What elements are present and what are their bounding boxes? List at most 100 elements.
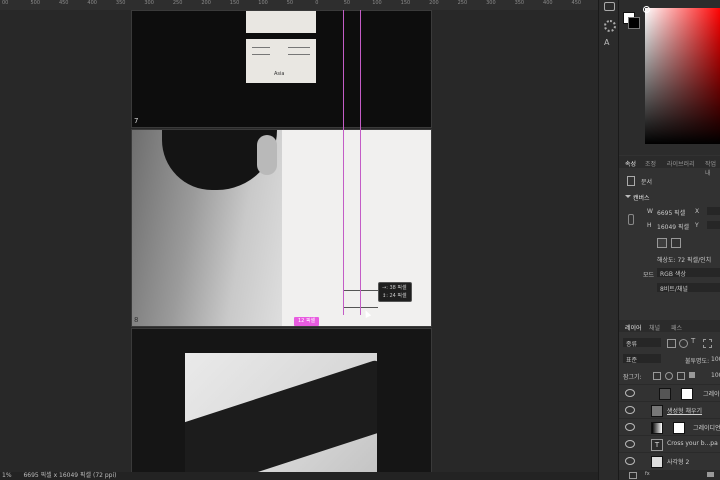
tab-properties[interactable]: 속성: [625, 159, 636, 168]
vertical-guide[interactable]: [343, 10, 344, 315]
portrait-photo: [132, 130, 282, 326]
layer-row[interactable]: 생성형 채우기: [619, 401, 720, 418]
ruler-tick-label: 450: [571, 0, 582, 6]
canvas-section-chevron-icon[interactable]: [625, 195, 631, 198]
link-icon[interactable]: [628, 214, 634, 225]
resolution-text: 해상도: 72 픽셀/인치: [657, 257, 712, 264]
adjustment-icon: [659, 388, 671, 400]
orientation-portrait-icon[interactable]: [657, 238, 667, 248]
color-picker-handle[interactable]: [643, 6, 650, 13]
layer-row[interactable]: 그레이어: [619, 384, 720, 401]
opacity-label: 불투명도:: [685, 358, 710, 365]
panel-tool-strip: A: [598, 0, 619, 480]
ruler-tick-label: 250: [457, 0, 468, 6]
roof-eave: [185, 359, 377, 473]
color-picker[interactable]: [619, 0, 720, 155]
lock-all-icon[interactable]: [689, 372, 695, 378]
zoom-level[interactable]: 1%: [2, 472, 12, 479]
filter-shape-icon[interactable]: [703, 339, 712, 348]
y-field[interactable]: [707, 221, 720, 229]
blend-mode-select[interactable]: 표준: [623, 354, 661, 364]
ruler-tick-label: 0: [315, 0, 319, 6]
document-icon: [627, 176, 635, 186]
filter-label: 종류: [626, 341, 638, 348]
fill-value[interactable]: 100: [711, 372, 720, 379]
height-value[interactable]: 16049 픽셀: [657, 222, 689, 231]
layer-name: 생성형 채우기: [667, 408, 703, 415]
ruler-tick-label: 400: [543, 0, 553, 6]
card-text-lines-left: [252, 47, 270, 55]
ruler-tick-label: 450: [58, 0, 69, 6]
tab-layers[interactable]: 레이어: [625, 323, 642, 332]
tab-actions[interactable]: 작업 내: [705, 159, 720, 177]
layers-tabs: 레이어 채널 패스: [619, 320, 720, 332]
ruler-tick-label: 50: [286, 0, 294, 6]
ruler-tick-label: 00: [2, 0, 9, 6]
tab-adjustments[interactable]: 조정: [645, 159, 656, 168]
right-panels: 속성 조정 라이브러리 작업 내 문서 캔버스 W 6695 픽셀 X H 16…: [618, 0, 720, 480]
ruler-tick-label: 300: [144, 0, 154, 6]
ruler-tick-label: 500: [30, 0, 41, 6]
folder-icon[interactable]: [707, 472, 714, 477]
tab-channels[interactable]: 채널: [649, 323, 660, 332]
doc-label: 문서: [641, 179, 653, 186]
artboard-9[interactable]: [131, 328, 432, 474]
mode-select[interactable]: RGB 색상: [657, 268, 720, 278]
background-swatch[interactable]: [628, 17, 640, 29]
visibility-eye-icon[interactable]: [625, 440, 635, 448]
filter-adjustment-icon[interactable]: [679, 339, 688, 348]
layer-row[interactable]: 사각형 2: [619, 452, 720, 469]
orientation-landscape-icon[interactable]: [671, 238, 681, 248]
x-field[interactable]: [707, 207, 720, 215]
layer-mask-thumbnail: [673, 422, 685, 434]
filter-type-icon[interactable]: T: [691, 337, 695, 345]
canvas-area[interactable]: Asia 7 8 →: 38 픽셀 ↕: 24 픽셀 12 픽셀: [0, 10, 598, 474]
fx-icon[interactable]: fx: [645, 471, 650, 477]
opacity-value[interactable]: 100: [711, 356, 720, 363]
width-label: W: [647, 208, 653, 215]
doc-info[interactable]: 6695 픽셀 x 16049 픽셀 (72 ppi): [23, 472, 116, 479]
lock-artboard-icon[interactable]: [677, 372, 685, 380]
tab-paths[interactable]: 패스: [671, 323, 682, 332]
layer-name: Cross your b...pa: [667, 440, 718, 447]
lock-label: 잠그기:: [623, 374, 642, 381]
business-card-back: Asia: [246, 39, 316, 83]
filter-pixel-icon[interactable]: [667, 339, 676, 348]
tab-libraries[interactable]: 라이브러리: [667, 159, 695, 168]
ruler-tick-label: 300: [486, 0, 496, 6]
vertical-guide[interactable]: [360, 10, 361, 315]
visibility-eye-icon[interactable]: [625, 423, 635, 431]
mode-label: 모드: [643, 272, 655, 279]
artboard-number: 8: [134, 316, 139, 324]
artboard-7[interactable]: Asia 7: [131, 10, 432, 128]
spacing-badge: 12 픽셀: [294, 317, 320, 326]
ruler-tick-label: 250: [172, 0, 183, 6]
business-card-front: [246, 11, 316, 33]
lock-pixels-icon[interactable]: [653, 372, 661, 380]
width-value[interactable]: 6695 픽셀: [657, 208, 685, 217]
card-text-lines-right: [288, 47, 310, 55]
layer-row[interactable]: 그레이디언: [619, 418, 720, 435]
link-layers-icon[interactable]: [629, 472, 637, 479]
color-field[interactable]: [645, 8, 720, 144]
ruler-tick-label: 100: [372, 0, 382, 6]
ruler-tick-label: 150: [229, 0, 240, 6]
gradient-icon: [651, 422, 663, 434]
lock-position-icon[interactable]: [665, 372, 673, 380]
depth-select[interactable]: 8비트/채널: [657, 283, 720, 293]
shape-icon: [651, 456, 663, 468]
layer-name: 사각형 2: [667, 459, 690, 466]
layer-filter-select[interactable]: 종류: [623, 338, 661, 348]
comment-icon[interactable]: [604, 2, 615, 11]
measure-tooltip: →: 38 픽셀 ↕: 24 픽셀: [378, 282, 412, 302]
character-panel-icon[interactable]: A: [604, 38, 609, 47]
gear-icon[interactable]: [604, 20, 616, 32]
ruler-tick-label: 150: [400, 0, 411, 6]
layer-name: 그레이디언: [693, 425, 720, 432]
visibility-eye-icon[interactable]: [625, 406, 635, 414]
generative-fill-icon: [651, 405, 663, 417]
visibility-eye-icon[interactable]: [625, 457, 635, 465]
layer-row[interactable]: T Cross your b...pa: [619, 435, 720, 452]
visibility-eye-icon[interactable]: [625, 389, 635, 397]
measure-line-2: ↕: 24 픽셀: [382, 293, 407, 299]
